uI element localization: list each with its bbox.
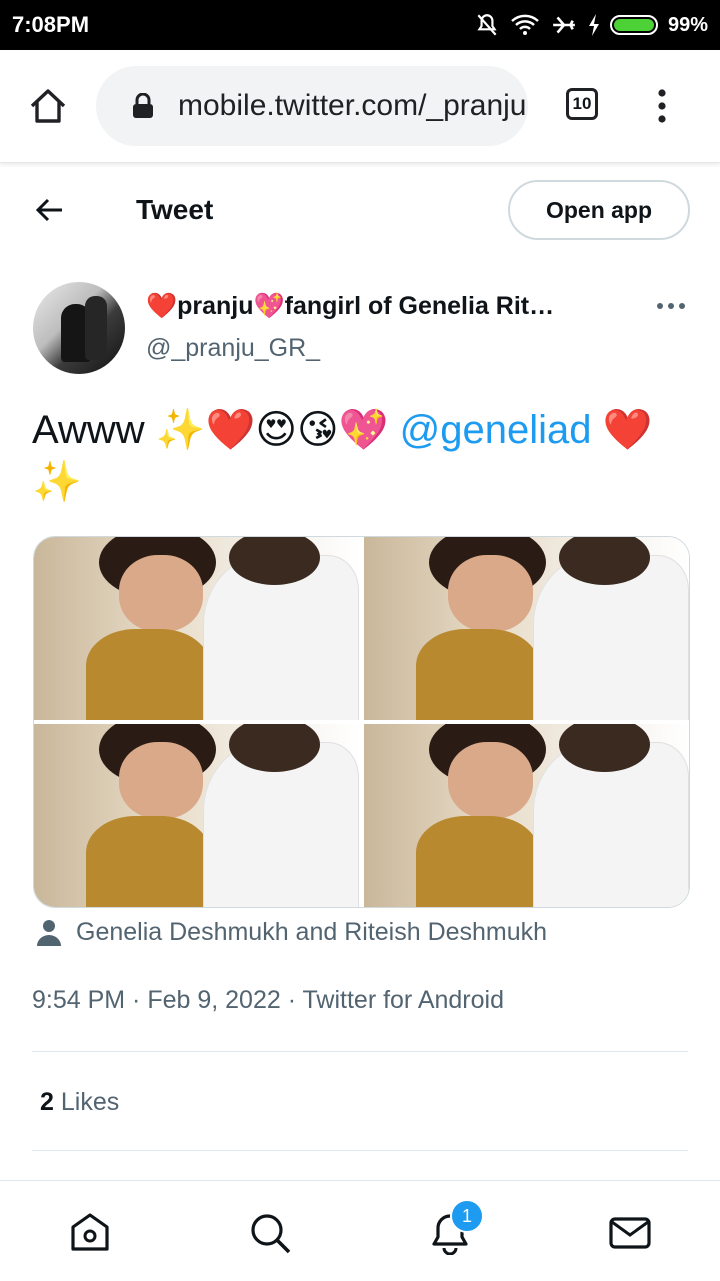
display-name[interactable]: ❤️pranju💖fangirl of Genelia Rit… — [146, 292, 606, 321]
bottom-nav: 1 — [0, 1180, 720, 1281]
status-time: 7:08PM — [12, 12, 90, 37]
media-image[interactable] — [363, 537, 689, 720]
notification-badge: 1 — [450, 1199, 484, 1233]
battery-percent: 99% — [667, 13, 708, 36]
status-icons: 99% — [474, 12, 708, 38]
url-text: mobile.twitter.com/_pranju_GR_ — [178, 89, 528, 122]
open-app-button[interactable]: Open app — [508, 180, 690, 240]
battery-icon — [609, 15, 658, 35]
tweet-text: Awww ✨❤️😍😘💖 @geneliad ❤️✨ — [32, 404, 692, 508]
page-title: Tweet — [136, 194, 214, 225]
media-grid — [33, 536, 690, 908]
tagged-people[interactable]: Genelia Deshmukh and Riteish Deshmukh — [36, 918, 547, 947]
wifi-icon — [511, 14, 539, 35]
status-bar: 7:08PM 99% — [0, 0, 720, 50]
media-image[interactable] — [34, 537, 360, 720]
browser-toolbar: mobile.twitter.com/_pranju_GR_ 10 — [0, 50, 720, 163]
divider — [32, 1051, 688, 1052]
media-image[interactable] — [363, 724, 689, 907]
tweet-meta: 9:54 PM · Feb 9, 2022 · Twitter for Andr… — [32, 986, 504, 1014]
tweet-text-prefix: Awww ✨❤️😍😘💖 — [32, 408, 400, 452]
avatar[interactable] — [33, 282, 125, 374]
more-vertical-icon[interactable] — [652, 88, 672, 128]
search-icon[interactable] — [248, 1211, 292, 1255]
tagged-people-text: Genelia Deshmukh and Riteish Deshmukh — [76, 918, 548, 946]
likes-count: 2 — [40, 1088, 54, 1116]
home-icon[interactable] — [28, 86, 68, 126]
divider — [32, 1150, 688, 1151]
mention-link[interactable]: @geneliad — [400, 408, 592, 452]
likes-link[interactable]: 2 Likes — [40, 1088, 119, 1117]
charging-icon — [588, 14, 599, 36]
media-image[interactable] — [34, 724, 360, 907]
likes-label: Likes — [60, 1088, 120, 1116]
tab-count-button[interactable]: 10 — [566, 88, 598, 120]
more-horizontal-icon[interactable] — [656, 296, 686, 316]
page-header: Tweet Open app — [0, 180, 720, 242]
mute-icon — [477, 14, 497, 36]
url-bar[interactable]: mobile.twitter.com/_pranju_GR_ — [96, 66, 528, 146]
home-icon[interactable] — [68, 1211, 112, 1255]
airplane-icon — [553, 16, 575, 34]
lock-icon — [133, 93, 153, 118]
user-handle[interactable]: @_pranju_GR_ — [146, 334, 320, 363]
back-arrow-icon[interactable] — [34, 194, 66, 226]
person-icon — [37, 919, 61, 946]
messages-icon[interactable] — [608, 1211, 652, 1255]
